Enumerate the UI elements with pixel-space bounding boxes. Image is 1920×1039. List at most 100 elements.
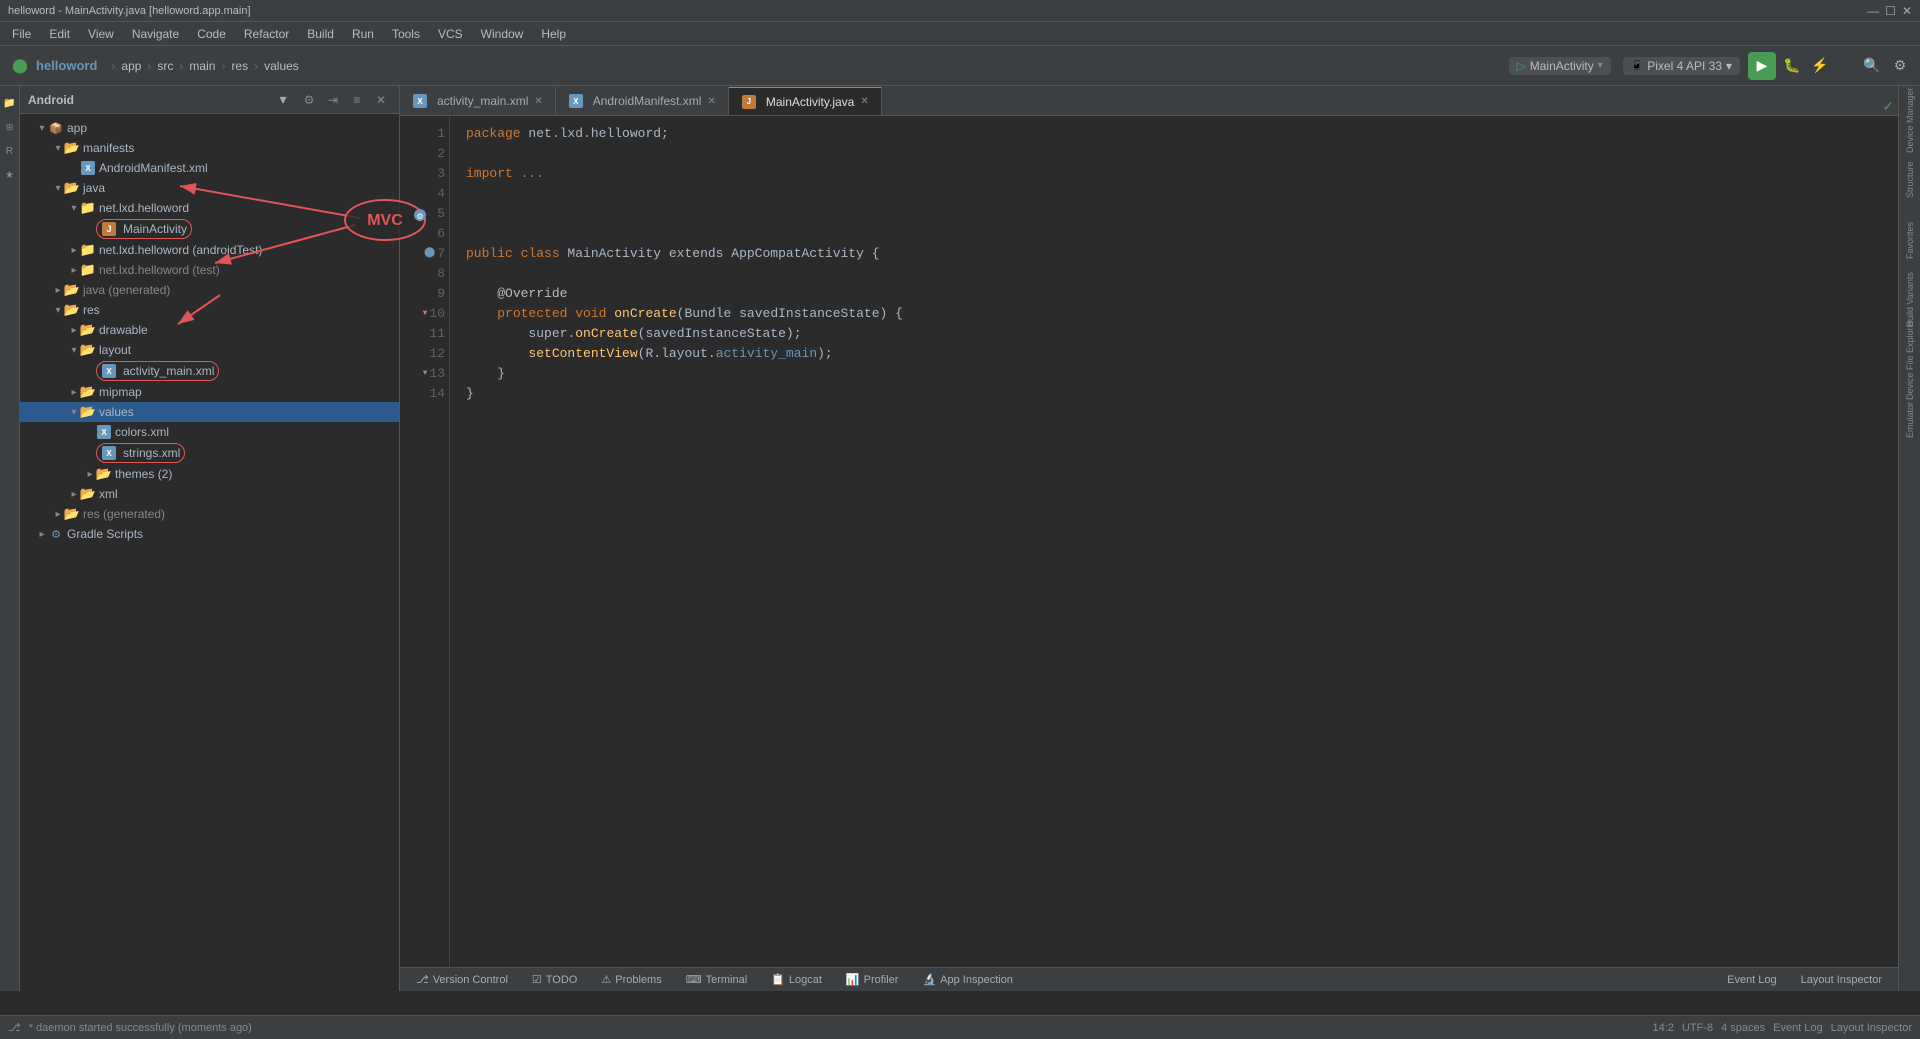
- tree-item-colors-xml[interactable]: X colors.xml: [20, 422, 399, 442]
- right-panel-emulator[interactable]: Emulator: [1901, 390, 1919, 450]
- menu-file[interactable]: File: [4, 25, 39, 43]
- status-indent[interactable]: 4 spaces: [1721, 1022, 1765, 1034]
- right-panel-device-file-explorer[interactable]: Device File Explorer: [1901, 330, 1919, 390]
- left-icon-bookmark[interactable]: ★: [1, 166, 19, 184]
- tree-item-manifests[interactable]: ▾ 📂 manifests: [20, 138, 399, 158]
- folder-icon: 📂: [64, 140, 80, 156]
- bottom-tab-version-control[interactable]: ⎇ Version Control: [408, 971, 516, 988]
- sidebar-sort-icon[interactable]: ≡: [347, 90, 367, 110]
- menu-code[interactable]: Code: [189, 25, 234, 43]
- menu-refactor[interactable]: Refactor: [236, 25, 297, 43]
- code-line-7: public class MainActivity extends AppCom…: [466, 244, 1882, 264]
- toolbar-path-values[interactable]: values: [264, 59, 299, 73]
- left-icon-project[interactable]: 📁: [1, 94, 19, 112]
- gutter-fold-icon: ▼: [423, 304, 428, 324]
- tree-item-res[interactable]: ▾ 📂 res: [20, 300, 399, 320]
- tree-item-mainactivity[interactable]: J MainActivity: [20, 218, 399, 240]
- tab-activity-main-xml[interactable]: X activity_main.xml ✕: [400, 87, 556, 115]
- code-line-3: import ...: [466, 164, 1882, 184]
- bottom-tab-layout-inspector[interactable]: Layout Inspector: [1793, 972, 1890, 988]
- tab-close-activity-main[interactable]: ✕: [534, 96, 542, 107]
- bottom-tab-terminal[interactable]: ⌨ Terminal: [678, 971, 755, 988]
- tree-item-package-androidtest[interactable]: ▸ 📁 net.lxd.helloword (androidTest): [20, 240, 399, 260]
- tree-item-java-generated[interactable]: ▸ 📂 java (generated): [20, 280, 399, 300]
- settings-button[interactable]: ⚙: [1888, 54, 1912, 78]
- toolbar-icon-sync[interactable]: ⬤: [8, 54, 32, 78]
- tree-item-drawable[interactable]: ▸ 📂 drawable: [20, 320, 399, 340]
- menu-window[interactable]: Window: [473, 25, 532, 43]
- status-event-log[interactable]: Event Log: [1773, 1022, 1823, 1034]
- sidebar-gear-icon[interactable]: ⚙: [299, 90, 319, 110]
- tab-close-androidmanifest[interactable]: ✕: [707, 96, 715, 107]
- code-line-8: [466, 264, 1882, 284]
- bottom-tab-logcat[interactable]: 📋 Logcat: [763, 971, 830, 988]
- close-button[interactable]: ✕: [1902, 4, 1912, 18]
- tree-item-mipmap[interactable]: ▸ 📂 mipmap: [20, 382, 399, 402]
- run-config-dropdown-icon[interactable]: ▾: [1598, 60, 1603, 71]
- tree-item-activity-main-xml[interactable]: X activity_main.xml: [20, 360, 399, 382]
- window-controls[interactable]: — ☐ ✕: [1867, 4, 1912, 18]
- tree-item-gradle-scripts[interactable]: ▸ ⚙ Gradle Scripts: [20, 524, 399, 544]
- bottom-tab-profiler[interactable]: 📊 Profiler: [838, 971, 907, 988]
- menu-tools[interactable]: Tools: [384, 25, 428, 43]
- sidebar-dropdown-icon[interactable]: ▾: [271, 88, 295, 112]
- bottom-tab-label-todo: TODO: [546, 974, 578, 986]
- status-layout-inspector[interactable]: Layout Inspector: [1831, 1022, 1912, 1034]
- menu-build[interactable]: Build: [299, 25, 342, 43]
- bottom-toolbar: ⎇ Version Control ☑ TODO ⚠ Problems ⌨ Te…: [400, 967, 1898, 991]
- status-cursor-position[interactable]: 14:2: [1652, 1022, 1673, 1034]
- tree-item-res-generated[interactable]: ▸ 📂 res (generated): [20, 504, 399, 524]
- code-editor[interactable]: package net.lxd.helloword; import ... pu…: [450, 116, 1898, 967]
- toolbar-path-src[interactable]: src: [157, 59, 173, 73]
- debug-button[interactable]: 🐛: [1780, 54, 1804, 78]
- maximize-button[interactable]: ☐: [1885, 4, 1896, 18]
- tab-mainactivity-java[interactable]: J MainActivity.java ✕: [729, 87, 882, 115]
- menu-edit[interactable]: Edit: [41, 25, 78, 43]
- device-dropdown-icon[interactable]: ▾: [1726, 59, 1732, 73]
- menu-help[interactable]: Help: [533, 25, 574, 43]
- run-button[interactable]: ▶: [1748, 52, 1776, 80]
- status-encoding[interactable]: UTF-8: [1682, 1022, 1713, 1034]
- right-panel-device-manager[interactable]: Device Manager: [1901, 90, 1919, 150]
- tree-item-java[interactable]: ▾ 📂 java: [20, 178, 399, 198]
- menu-view[interactable]: View: [80, 25, 122, 43]
- right-panel-favorites[interactable]: Favorites: [1901, 210, 1919, 270]
- bottom-tab-todo[interactable]: ☑ TODO: [524, 971, 585, 988]
- tree-item-themes[interactable]: ▸ 📂 themes (2): [20, 464, 399, 484]
- tree-item-xml[interactable]: ▸ 📂 xml: [20, 484, 399, 504]
- bottom-tab-label-vcs: Version Control: [433, 974, 508, 986]
- search-button[interactable]: 🔍: [1860, 54, 1884, 78]
- left-icon-structure[interactable]: ⊞: [1, 118, 19, 136]
- tab-close-mainactivity[interactable]: ✕: [860, 96, 868, 107]
- xml-file-icon: X: [80, 160, 96, 176]
- toolbar-path-res[interactable]: res: [231, 59, 248, 73]
- run-config-selector[interactable]: ▷ MainActivity ▾: [1509, 57, 1611, 75]
- tree-item-package-main[interactable]: ▾ 📁 net.lxd.helloword: [20, 198, 399, 218]
- minimize-button[interactable]: —: [1867, 4, 1879, 18]
- menu-run[interactable]: Run: [344, 25, 382, 43]
- right-panel-structure[interactable]: Structure: [1901, 150, 1919, 210]
- sidebar-collapse-icon[interactable]: ⇥: [323, 90, 343, 110]
- toolbar-path-app[interactable]: app: [121, 59, 141, 73]
- menu-vcs[interactable]: VCS: [430, 25, 471, 43]
- tree-item-app[interactable]: ▾ 📦 app: [20, 118, 399, 138]
- tree-item-package-test[interactable]: ▸ 📁 net.lxd.helloword (test): [20, 260, 399, 280]
- bottom-tab-event-log[interactable]: Event Log: [1719, 972, 1785, 988]
- tree-item-androidmanifest[interactable]: X AndroidManifest.xml: [20, 158, 399, 178]
- bottom-tab-app-inspection[interactable]: 🔬 App Inspection: [914, 971, 1020, 988]
- menu-navigate[interactable]: Navigate: [124, 25, 187, 43]
- bottom-tab-problems[interactable]: ⚠ Problems: [593, 971, 669, 988]
- left-icon-resource[interactable]: R: [1, 142, 19, 160]
- tree-item-layout[interactable]: ▾ 📂 layout: [20, 340, 399, 360]
- tab-androidmanifest-xml[interactable]: X AndroidManifest.xml ✕: [556, 87, 729, 115]
- attach-button[interactable]: ⚡: [1808, 54, 1832, 78]
- tree-item-values[interactable]: ▾ 📂 values: [20, 402, 399, 422]
- sidebar-close-icon[interactable]: ✕: [371, 90, 391, 110]
- toolbar-path-main[interactable]: main: [189, 59, 215, 73]
- tree-item-strings-xml[interactable]: X strings.xml: [20, 442, 399, 464]
- status-git-icon[interactable]: ⎇: [8, 1021, 21, 1034]
- editor-check-icon[interactable]: ✓: [1882, 98, 1894, 115]
- device-selector[interactable]: 📱 Pixel 4 API 33 ▾: [1623, 57, 1740, 75]
- tree-label-mainactivity: MainActivity: [123, 222, 187, 236]
- code-line-14: }: [466, 384, 1882, 404]
